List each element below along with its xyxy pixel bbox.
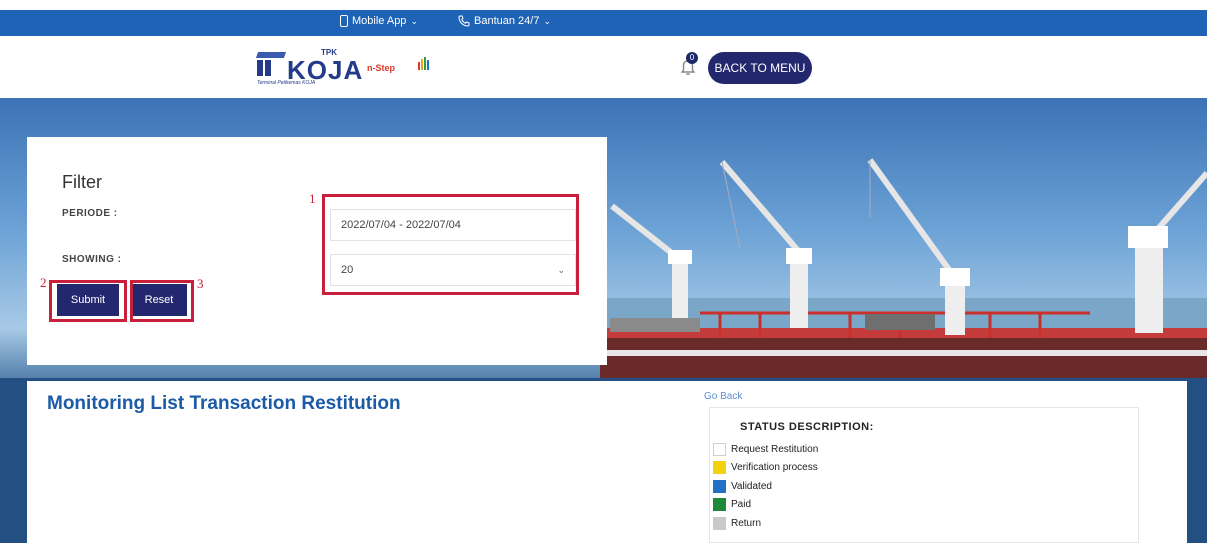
status-item-validated: Validated [713, 477, 818, 496]
mobile-phone-icon [340, 15, 348, 27]
help-label: Bantuan 24/7 [474, 15, 540, 27]
top-bar: Mobile App ⌄ Bantuan 24/7 ⌄ [0, 10, 1207, 36]
status-item-verification-process: Verification process [713, 459, 818, 478]
status-item-paid: Paid [713, 496, 818, 515]
flag-icon [418, 57, 429, 70]
status-item-request-restitution: Request Restitution [713, 440, 818, 459]
status-swatch [713, 461, 726, 475]
annotation-box-2 [49, 280, 127, 322]
go-back-link[interactable]: Go Back [704, 391, 742, 402]
annotation-box-1 [322, 194, 579, 295]
koja-logo[interactable]: TPK KOJA n-Step Terminal Petikemas KOJA [255, 48, 457, 88]
mobile-app-menu[interactable]: Mobile App ⌄ [340, 15, 418, 27]
status-swatch [713, 479, 726, 493]
logo-mark-icon [255, 52, 287, 76]
chevron-down-icon: ⌄ [543, 15, 551, 26]
page: Mobile App ⌄ Bantuan 24/7 ⌄ TPK KOJA n-S… [0, 0, 1207, 543]
status-description-title: STATUS DESCRIPTION: [740, 421, 874, 433]
status-swatch [713, 498, 726, 512]
help-menu[interactable]: Bantuan 24/7 ⌄ [458, 15, 551, 27]
annotation-box-3 [130, 280, 194, 322]
status-legend: Request Restitution Verification process… [713, 440, 818, 533]
mobile-app-label: Mobile App [352, 15, 407, 27]
status-swatch [713, 442, 726, 456]
periode-label: PERIODE : [62, 208, 118, 219]
header: TPK KOJA n-Step Terminal Petikemas KOJA … [0, 36, 1207, 98]
filter-title: Filter [62, 172, 102, 192]
status-item-return: Return [713, 514, 818, 533]
phone-call-icon [458, 15, 470, 27]
annotation-number-3: 3 [197, 276, 204, 291]
notification-bell[interactable]: 0 [677, 52, 699, 78]
chevron-down-icon: ⌄ [410, 15, 418, 26]
page-title: Monitoring List Transaction Restitution [47, 393, 401, 414]
annotation-number-2: 2 [40, 275, 47, 290]
back-to-menu-button[interactable]: BACK TO MENU [708, 52, 812, 84]
monitoring-panel: Monitoring List Transaction Restitution … [27, 381, 1187, 543]
notification-count-badge: 0 [686, 52, 698, 64]
status-swatch [713, 516, 726, 530]
annotation-number-1: 1 [309, 191, 316, 206]
showing-label: SHOWING : [62, 254, 122, 265]
